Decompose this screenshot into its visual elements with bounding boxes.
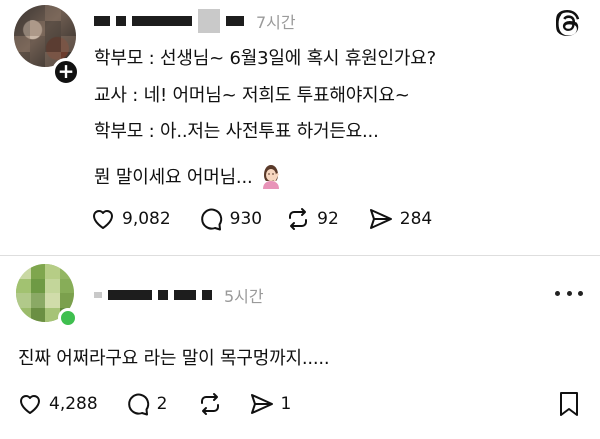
redacted-username [198,9,220,33]
speech-bubble-icon [200,208,222,231]
redacted-username [158,290,168,300]
redacted-username [132,16,192,26]
post-text-line: 학부모 : 선생님~ 6월3일에 혹시 휴원인가요? [94,48,436,69]
repost-button[interactable] [196,390,224,418]
redacted-username [108,290,152,300]
main-post: + 7시간 학부모 : 선생님~ 6월3일에 혹시 휴원인가요? 교사 : 네!… [0,0,600,255]
like-button[interactable]: 9,082 [89,205,171,233]
repost-icon [289,208,308,230]
share-count: 1 [280,394,292,414]
reply-action-bar: 4,288 2 1 [16,389,291,419]
redacted-username [174,290,196,300]
reply-header: 5시간 [94,282,264,308]
like-count: 9,082 [122,209,171,229]
reply-time: 5시간 [224,287,264,306]
facepalm-woman-emoji-icon [262,165,279,189]
online-status-dot [58,308,78,328]
repost-count: 92 [317,209,339,229]
send-icon [369,209,392,229]
follow-plus-button[interactable]: + [52,58,80,86]
speech-bubble-icon [127,393,149,416]
more-icon[interactable] [555,286,583,300]
comment-count: 930 [229,209,263,229]
redacted-username [202,290,212,300]
heart-icon [93,210,113,229]
threads-icon[interactable] [556,10,582,36]
redacted-username [116,16,126,26]
post-action-bar: 9,082 930 92 284 [89,204,432,234]
redacted-username[interactable] [94,16,110,26]
comment-count: 2 [156,394,168,414]
post-text-line: 학부모 : 아..저는 사전투표 하거든요... [94,121,379,142]
reply-text: 진짜 어쩌라구요 라는 말이 목구멍까지..... [18,348,330,369]
comment-button[interactable]: 2 [124,390,168,418]
repost-button[interactable]: 92 [284,205,339,233]
post-text-line: 교사 : 네! 어머님~ 저희도 투표해야지요~ [94,85,410,106]
like-count: 4,288 [49,394,98,414]
heart-icon [20,395,40,414]
comment-button[interactable]: 930 [197,205,262,233]
share-button[interactable]: 284 [367,205,432,233]
share-count: 284 [399,209,433,229]
post-time: 7시간 [256,13,296,32]
post-text-line-text: 뭔 말이세요 어머님... [94,167,253,188]
reply-post: 5시간 진짜 어쩌라구요 라는 말이 목구멍까지..... 4,288 2 1 [0,256,600,439]
post-header: 7시간 [94,8,296,34]
repost-icon [200,393,219,415]
like-button[interactable]: 4,288 [16,390,98,418]
share-button[interactable]: 1 [248,390,292,418]
send-icon [250,394,273,414]
redacted-username [226,16,244,26]
bookmark-icon[interactable] [556,390,582,418]
post-text-line: 뭔 말이세요 어머님... [94,163,285,190]
redacted-username[interactable] [94,292,102,298]
